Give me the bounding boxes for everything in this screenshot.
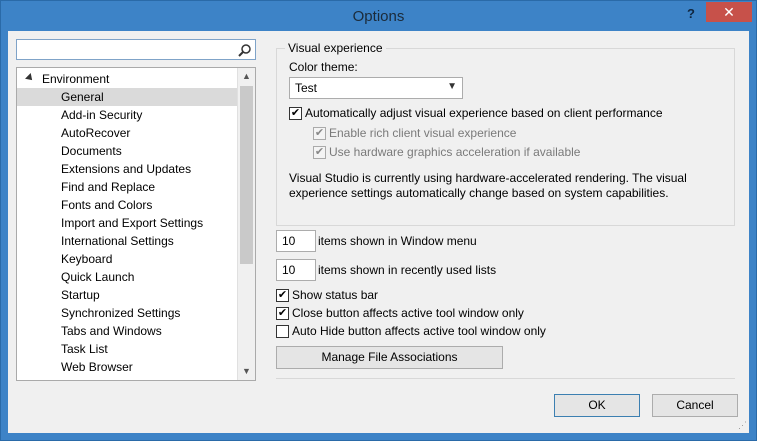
dialog-body: Environment General Add-in Security AutoRe… bbox=[8, 31, 749, 433]
rendering-info-line-1: Visual Studio is currently using hardwar… bbox=[289, 171, 687, 185]
auto-hide-checkbox[interactable] bbox=[276, 325, 289, 338]
search-input[interactable] bbox=[16, 39, 256, 60]
close-button-checkbox[interactable]: ✔ bbox=[276, 307, 289, 320]
window-menu-count-label: items shown in Window menu bbox=[318, 234, 477, 248]
rendering-info-line-2: experience settings automatically change… bbox=[289, 186, 669, 200]
tree-item-environment[interactable]: Environment bbox=[17, 70, 239, 88]
recent-lists-count-label: items shown in recently used lists bbox=[318, 263, 497, 277]
rich-experience-label: Enable rich client visual experience bbox=[329, 126, 517, 140]
tree-item-label: Startup bbox=[61, 288, 100, 302]
tree-item-label: International Settings bbox=[61, 234, 174, 248]
recent-lists-count-input[interactable]: 10 bbox=[276, 259, 316, 281]
manage-file-associations-button[interactable]: Manage File Associations bbox=[276, 346, 503, 369]
tree-item[interactable]: International Settings bbox=[17, 232, 239, 250]
tree-item[interactable]: Documents bbox=[17, 142, 239, 160]
tree-item[interactable]: Find and Replace bbox=[17, 178, 239, 196]
separator bbox=[276, 378, 735, 379]
color-theme-value: Test bbox=[295, 81, 318, 95]
ok-button[interactable]: OK bbox=[554, 394, 640, 417]
tree-item-label: Web Browser bbox=[61, 360, 133, 374]
group-label: Visual experience bbox=[285, 41, 386, 55]
hw-acceleration-checkbox[interactable]: ✔ bbox=[313, 146, 326, 159]
hw-acceleration-label: Use hardware graphics acceleration if av… bbox=[329, 145, 581, 159]
title-bar[interactable]: Options ? ✕ bbox=[1, 1, 756, 31]
window-title: Options bbox=[352, 8, 405, 25]
tree-item[interactable]: Quick Launch bbox=[17, 268, 239, 286]
options-tree[interactable]: Environment General Add-in Security AutoRe… bbox=[16, 67, 256, 381]
tree-item-label: Documents bbox=[61, 144, 122, 158]
tree-item[interactable]: Keyboard bbox=[17, 250, 239, 268]
tree-item[interactable]: Startup bbox=[17, 286, 239, 304]
status-bar-checkbox[interactable]: ✔ bbox=[276, 289, 289, 302]
tree-item[interactable]: Tabs and Windows bbox=[17, 322, 239, 340]
scroll-thumb[interactable] bbox=[240, 86, 253, 264]
tree-item-label: Synchronized Settings bbox=[61, 306, 181, 320]
tree-item-label: Tabs and Windows bbox=[61, 324, 162, 338]
scroll-up-icon[interactable]: ▲ bbox=[238, 68, 255, 85]
status-bar-label: Show status bar bbox=[292, 288, 379, 302]
options-dialog: Options ? ✕ Environment General Add-in Se… bbox=[0, 0, 757, 441]
tree-item-label: AutoRecover bbox=[61, 126, 131, 140]
resize-grip-icon[interactable]: ⋰ bbox=[738, 420, 747, 431]
tree-item[interactable]: AutoRecover bbox=[17, 124, 239, 142]
cancel-button[interactable]: Cancel bbox=[652, 394, 738, 417]
tree-item[interactable]: Add-in Security bbox=[17, 106, 239, 124]
search-icon[interactable] bbox=[238, 43, 252, 57]
tree-scrollbar[interactable]: ▲ ▼ bbox=[237, 68, 255, 380]
close-button-label: Close button affects active tool window … bbox=[292, 306, 524, 320]
close-button[interactable]: ✕ bbox=[706, 2, 752, 22]
window-menu-count-input[interactable]: 10 bbox=[276, 230, 316, 252]
tree-item[interactable]: Web Browser bbox=[17, 358, 239, 376]
expand-arrow-icon[interactable] bbox=[25, 73, 35, 83]
tree-item-label: Task List bbox=[61, 342, 108, 356]
tree-item-label: General bbox=[61, 90, 104, 104]
tree-item-label: Environment bbox=[42, 72, 110, 86]
help-button[interactable]: ? bbox=[683, 6, 699, 22]
tree-item[interactable]: Synchronized Settings bbox=[17, 304, 239, 322]
tree-item-label: Quick Launch bbox=[61, 270, 135, 284]
auto-hide-label: Auto Hide button affects active tool win… bbox=[292, 324, 546, 338]
tree-item-label: Fonts and Colors bbox=[61, 198, 153, 212]
tree-item[interactable]: Extensions and Updates bbox=[17, 160, 239, 178]
auto-adjust-label: Automatically adjust visual experience b… bbox=[305, 106, 663, 120]
tree-item-label: Add-in Security bbox=[61, 108, 143, 122]
tree-item[interactable]: Import and Export Settings bbox=[17, 214, 239, 232]
auto-adjust-checkbox[interactable]: ✔ bbox=[289, 107, 302, 120]
chevron-down-icon: ▼ bbox=[447, 81, 457, 92]
color-theme-label: Color theme: bbox=[289, 60, 358, 74]
tree-item[interactable]: Task List bbox=[17, 340, 239, 358]
color-theme-select[interactable]: Test ▼ bbox=[289, 77, 463, 99]
rich-experience-checkbox[interactable]: ✔ bbox=[313, 127, 326, 140]
tree-item-label: Find and Replace bbox=[61, 180, 156, 194]
tree-item[interactable]: Fonts and Colors bbox=[17, 196, 239, 214]
tree-item-label: Keyboard bbox=[61, 252, 113, 266]
tree-item-label: Import and Export Settings bbox=[61, 216, 204, 230]
scroll-down-icon[interactable]: ▼ bbox=[238, 363, 255, 380]
tree-item-label: Extensions and Updates bbox=[61, 162, 192, 176]
tree-item[interactable]: General bbox=[17, 88, 239, 106]
